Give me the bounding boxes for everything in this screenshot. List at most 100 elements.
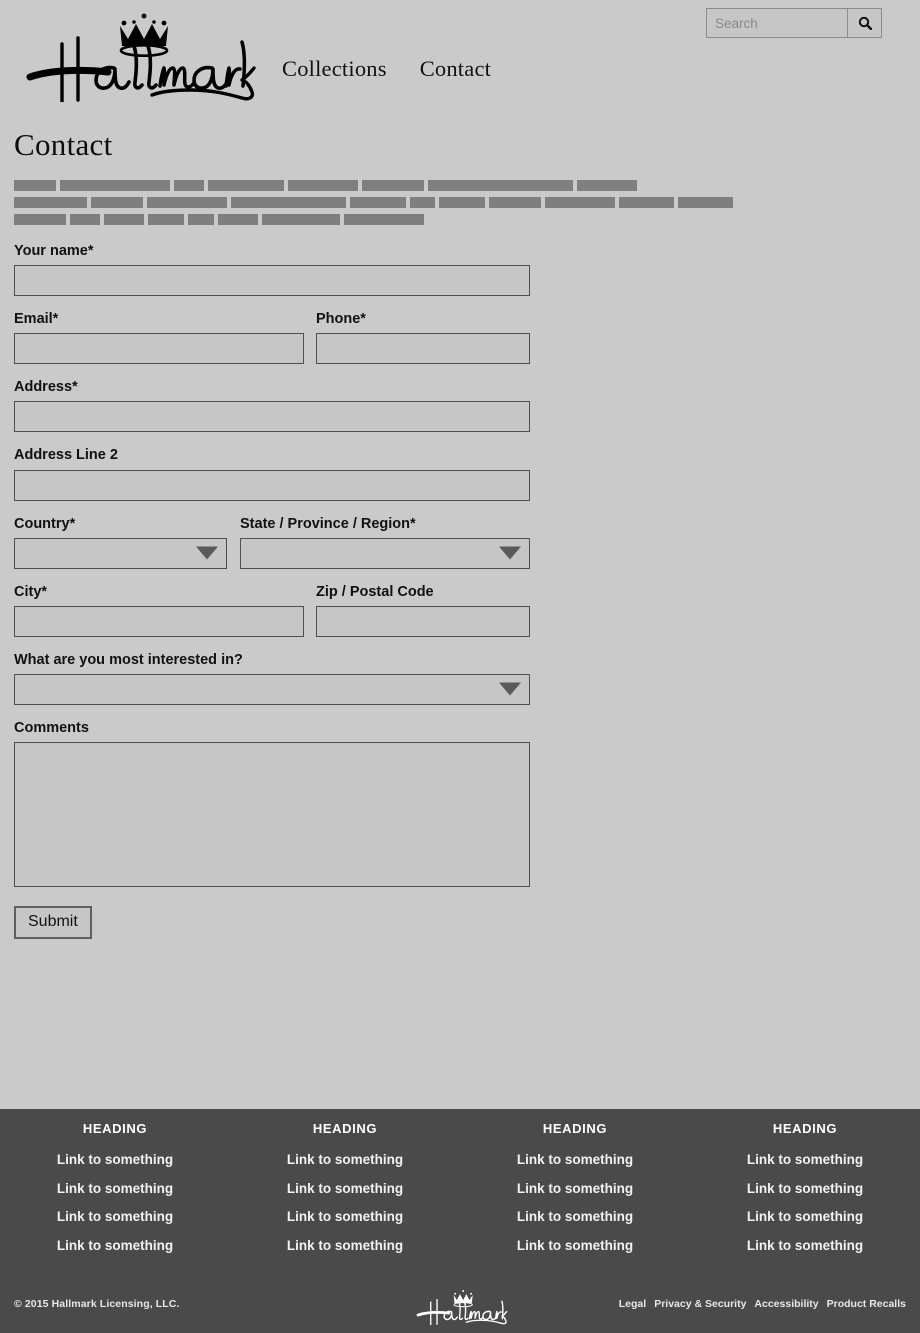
page-title: Contact — [14, 127, 113, 162]
placeholder-text-line — [14, 214, 920, 225]
footer-column-heading: HEADING — [82, 1121, 148, 1136]
label-comments: Comments — [14, 719, 89, 736]
footer-link-3-1[interactable]: Link to something — [460, 1152, 690, 1167]
contact-form: Your name* Email* Phone* Address* Addres… — [14, 242, 530, 939]
placeholder-text-bar — [208, 180, 284, 191]
placeholder-text-bar — [344, 214, 424, 225]
field-address: Address* — [14, 378, 530, 433]
crown-icon — [453, 1290, 473, 1308]
site-footer: HEADING Link to something Link to somethin… — [0, 1109, 920, 1333]
crown-icon — [119, 13, 169, 57]
placeholder-text-bar — [70, 214, 100, 225]
placeholder-text-line — [14, 197, 920, 208]
footer-link-1-2[interactable]: Link to something — [0, 1181, 230, 1196]
legal-links: Legal Privacy & Security Accessibility Prod… — [619, 1298, 906, 1310]
placeholder-text-block — [14, 180, 920, 225]
placeholder-text-bar — [545, 197, 615, 208]
placeholder-text-bar — [148, 214, 184, 225]
footer-link-2-4[interactable]: Link to something — [230, 1238, 460, 1253]
footer-link-2-2[interactable]: Link to something — [230, 1181, 460, 1196]
label-your-name: Your name* — [14, 243, 94, 259]
placeholder-text-bar — [262, 214, 340, 225]
footer-link-3-3[interactable]: Link to something — [460, 1209, 690, 1224]
placeholder-text-bar — [410, 197, 435, 208]
your-name-input[interactable] — [14, 265, 530, 297]
placeholder-text-bar — [174, 180, 204, 191]
footer-link-4-4[interactable]: Link to something — [690, 1238, 920, 1253]
footer-link-4-1[interactable]: Link to something — [690, 1152, 920, 1167]
footer-link-1-4[interactable]: Link to something — [0, 1238, 230, 1253]
placeholder-text-bar — [288, 180, 358, 191]
footer-link-1-1[interactable]: Link to something — [0, 1152, 230, 1167]
footer-column-heading: HEADING — [772, 1121, 838, 1136]
placeholder-text-bar — [14, 197, 87, 208]
placeholder-text-bar — [218, 214, 258, 225]
interest-select-wrap — [14, 673, 530, 705]
field-interest: What are you most interested in? — [14, 651, 530, 705]
footer-link-4-2[interactable]: Link to something — [690, 1181, 920, 1196]
address-input[interactable] — [14, 401, 530, 433]
footer-link-1-3[interactable]: Link to something — [0, 1209, 230, 1224]
field-comments: Comments — [14, 719, 530, 887]
interest-select[interactable] — [14, 673, 530, 705]
legal-link-2[interactable]: Privacy & Security — [654, 1298, 746, 1310]
placeholder-text-bar — [104, 214, 144, 225]
state-select[interactable] — [240, 537, 530, 569]
footer-column-heading: HEADING — [312, 1121, 378, 1136]
zip-input[interactable] — [316, 605, 530, 637]
footer-hallmark-logo[interactable] — [412, 1287, 508, 1330]
nav-item-collections[interactable]: Collections — [282, 57, 387, 81]
footer-link-4-3[interactable]: Link to something — [690, 1209, 920, 1224]
search-icon — [858, 16, 872, 30]
label-phone: Phone* — [316, 311, 366, 328]
legal-link-3[interactable]: Accessibility — [754, 1298, 818, 1310]
search-input[interactable] — [707, 9, 847, 37]
footer-link-2-3[interactable]: Link to something — [230, 1209, 460, 1224]
footer-column-3: HEADING Link to something Link to somethin… — [460, 1121, 690, 1266]
search-box — [706, 8, 882, 38]
placeholder-text-bar — [577, 180, 637, 191]
legal-link-1[interactable]: Legal — [619, 1298, 646, 1310]
main-content: Contact Your name* Email* Phone* Address… — [0, 110, 920, 1110]
label-email: Email* — [14, 311, 59, 328]
placeholder-text-bar — [619, 197, 674, 208]
copyright-text: © 2015 Hallmark Licensing, LLC. — [14, 1298, 180, 1310]
legal-link-4[interactable]: Product Recalls — [827, 1298, 906, 1310]
footer-column-2: HEADING Link to something Link to somethin… — [230, 1121, 460, 1266]
country-select[interactable] — [14, 537, 227, 569]
label-address-line-2: Address Line 2 — [14, 447, 118, 464]
field-state: State / Province / Region* — [240, 515, 530, 569]
footer-link-3-2[interactable]: Link to something — [460, 1181, 690, 1196]
label-city: City* — [14, 583, 48, 600]
address-line-2-input[interactable] — [14, 469, 530, 501]
field-country: Country* — [14, 515, 227, 569]
placeholder-text-bar — [439, 197, 485, 208]
footer-link-3-4[interactable]: Link to something — [460, 1238, 690, 1253]
submit-button[interactable]: Submit — [14, 906, 92, 939]
hallmark-logo[interactable] — [16, 6, 256, 102]
label-country: Country* — [14, 515, 76, 532]
placeholder-text-bar — [428, 180, 573, 191]
row-city-zip: City* Zip / Postal Code — [14, 583, 530, 651]
state-select-wrap — [240, 537, 530, 569]
placeholder-text-bar — [188, 214, 214, 225]
nav-item-contact[interactable]: Contact — [420, 57, 491, 81]
search-button[interactable] — [847, 9, 881, 37]
footer-column-1: HEADING Link to something Link to somethin… — [0, 1121, 230, 1266]
placeholder-text-bar — [350, 197, 406, 208]
phone-input[interactable] — [316, 333, 530, 365]
placeholder-text-bar — [362, 180, 424, 191]
footer-link-columns: HEADING Link to something Link to somethin… — [0, 1109, 920, 1266]
footer-bottom-bar: © 2015 Hallmark Licensing, LLC. Legal Pr… — [0, 1289, 920, 1326]
city-input[interactable] — [14, 605, 304, 637]
row-email-phone: Email* Phone* — [14, 310, 530, 378]
footer-column-heading: HEADING — [542, 1121, 608, 1136]
label-interest: What are you most interested in? — [14, 651, 243, 668]
comments-textarea[interactable] — [14, 742, 530, 887]
placeholder-text-bar — [14, 214, 66, 225]
site-header: Collections Contact — [0, 0, 920, 110]
field-email: Email* — [14, 310, 304, 365]
footer-link-2-1[interactable]: Link to something — [230, 1152, 460, 1167]
email-input[interactable] — [14, 333, 304, 365]
placeholder-text-bar — [14, 180, 56, 191]
